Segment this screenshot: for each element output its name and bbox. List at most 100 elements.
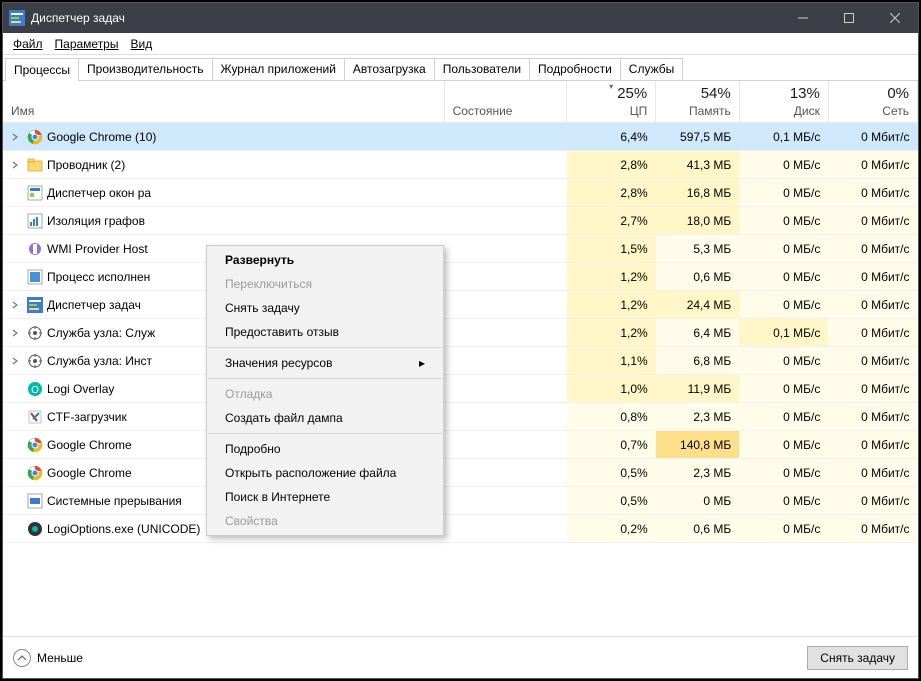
process-state [444, 347, 567, 375]
process-row[interactable]: Проводник (2)2,8%41,3 МБ0 МБ/с0 Мбит/с [3, 151, 918, 179]
context-menu: РазвернутьПереключитьсяСнять задачуПредо… [206, 245, 444, 536]
process-cpu: 0,2% [567, 515, 656, 543]
col-header-name[interactable]: Имя [3, 81, 444, 123]
col-header-state[interactable]: Состояние [444, 81, 567, 123]
process-cpu: 1,5% [567, 235, 656, 263]
process-row[interactable]: Процесс исполнен1,2%0,6 МБ0 МБ/с0 Мбит/с [3, 263, 918, 291]
col-header-memory[interactable]: 54%Память [656, 81, 740, 123]
tab-3[interactable]: Автозагрузка [344, 58, 435, 80]
tab-1[interactable]: Производительность [78, 58, 212, 80]
fewer-label: Меньше [37, 651, 83, 665]
process-network: 0 Мбит/с [828, 403, 917, 431]
menu-view[interactable]: Вид [124, 35, 158, 53]
process-disk: 0 МБ/с [739, 403, 828, 431]
process-row[interactable]: CTF-загрузчик0,8%2,3 МБ0 МБ/с0 Мбит/с [3, 403, 918, 431]
process-cpu: 1,2% [567, 291, 656, 319]
process-name: Диспетчер задач [47, 298, 141, 312]
process-name: Системные прерывания [47, 494, 182, 508]
process-row[interactable]: Служба узла: Инст1,1%6,8 МБ0 МБ/с0 Мбит/… [3, 347, 918, 375]
minimize-button[interactable] [780, 3, 826, 33]
sort-indicator-icon: ▾ [609, 82, 613, 91]
process-cpu: 1,2% [567, 319, 656, 347]
app-icon [27, 353, 43, 369]
process-cpu: 2,8% [567, 151, 656, 179]
menu-file[interactable]: Файл [7, 35, 49, 53]
process-memory: 6,8 МБ [656, 347, 740, 375]
context-item-5[interactable]: Значения ресурсов▸ [207, 351, 443, 375]
process-grid-wrap[interactable]: Имя Состояние ▾25%ЦП 54%Память 13%Диск 0… [3, 81, 918, 636]
process-disk: 0 МБ/с [739, 207, 828, 235]
process-row[interactable]: Google Chrome0,7%140,8 МБ0 МБ/с0 Мбит/с [3, 431, 918, 459]
close-button[interactable] [872, 3, 918, 33]
menubar: Файл Параметры Вид [3, 33, 918, 55]
process-network: 0 Мбит/с [828, 375, 917, 403]
process-disk: 0 МБ/с [739, 459, 828, 487]
process-cpu: 2,7% [567, 207, 656, 235]
process-memory: 41,3 МБ [656, 151, 740, 179]
process-row[interactable]: Google Chrome (10)6,4%597,5 МБ0,1 МБ/с0 … [3, 123, 918, 151]
expand-icon[interactable] [11, 357, 23, 365]
process-network: 0 Мбит/с [828, 123, 917, 151]
expand-icon[interactable] [11, 301, 23, 309]
process-network: 0 Мбит/с [828, 235, 917, 263]
context-item-0[interactable]: Развернуть [207, 248, 443, 272]
process-network: 0 Мбит/с [828, 319, 917, 347]
context-item-10[interactable]: Подробно [207, 437, 443, 461]
process-row[interactable]: Диспетчер окон ра2,8%16,8 МБ0 МБ/с0 Мбит… [3, 179, 918, 207]
process-row[interactable]: Системные прерывания0,5%0 МБ0 МБ/с0 Мбит… [3, 487, 918, 515]
process-name: Изоляция графов [47, 214, 145, 228]
process-state [444, 459, 567, 487]
expand-icon[interactable] [11, 133, 23, 141]
process-row[interactable]: LogiOptions.exe (UNICODE)0,2%0,6 МБ0 МБ/… [3, 515, 918, 543]
fewer-details-button[interactable]: Меньше [13, 649, 83, 667]
context-separator [208, 347, 442, 348]
process-row[interactable]: WMI Provider Host1,5%5,3 МБ0 МБ/с0 Мбит/… [3, 235, 918, 263]
col-header-disk[interactable]: 13%Диск [739, 81, 828, 123]
context-item-11[interactable]: Открыть расположение файла [207, 461, 443, 485]
context-item-2[interactable]: Снять задачу [207, 296, 443, 320]
process-memory: 6,4 МБ [656, 319, 740, 347]
process-network: 0 Мбит/с [828, 487, 917, 515]
tabs: ПроцессыПроизводительностьЖурнал приложе… [3, 55, 918, 81]
tab-0[interactable]: Процессы [5, 58, 79, 81]
process-row[interactable]: Служба узла: Служ1,2%6,4 МБ0,1 МБ/с0 Мби… [3, 319, 918, 347]
process-network: 0 Мбит/с [828, 431, 917, 459]
process-grid: Имя Состояние ▾25%ЦП 54%Память 13%Диск 0… [3, 81, 918, 543]
expand-icon[interactable] [11, 329, 23, 337]
process-cpu: 0,7% [567, 431, 656, 459]
app-icon [27, 213, 43, 229]
process-disk: 0 МБ/с [739, 291, 828, 319]
process-cpu: 0,8% [567, 403, 656, 431]
menu-options[interactable]: Параметры [49, 35, 125, 53]
context-item-8[interactable]: Создать файл дампа [207, 406, 443, 430]
col-header-network[interactable]: 0%Сеть [828, 81, 917, 123]
end-task-button[interactable]: Снять задачу [807, 646, 908, 670]
process-memory: 24,4 МБ [656, 291, 740, 319]
process-name: LogiOptions.exe (UNICODE) [47, 522, 200, 536]
process-name: Служба узла: Инст [47, 354, 152, 368]
tab-2[interactable]: Журнал приложений [212, 58, 345, 80]
app-icon [27, 465, 43, 481]
maximize-button[interactable] [826, 3, 872, 33]
tab-6[interactable]: Службы [620, 58, 683, 80]
process-state [444, 291, 567, 319]
tab-5[interactable]: Подробности [529, 58, 621, 80]
context-separator [208, 433, 442, 434]
process-memory: 0 МБ [656, 487, 740, 515]
process-memory: 0,6 МБ [656, 263, 740, 291]
app-icon [27, 521, 43, 537]
expand-icon[interactable] [11, 161, 23, 169]
process-cpu: 6,4% [567, 123, 656, 151]
tab-4[interactable]: Пользователи [434, 58, 530, 80]
process-state [444, 235, 567, 263]
process-row[interactable]: OLogi Overlay1,0%11,9 МБ0 МБ/с0 Мбит/с [3, 375, 918, 403]
col-header-cpu[interactable]: ▾25%ЦП [567, 81, 656, 123]
titlebar[interactable]: Диспетчер задач [3, 3, 918, 33]
context-item-3[interactable]: Предоставить отзыв [207, 320, 443, 344]
process-row[interactable]: Диспетчер задач1,2%24,4 МБ0 МБ/с0 Мбит/с [3, 291, 918, 319]
process-row[interactable]: Изоляция графов2,7%18,0 МБ0 МБ/с0 Мбит/с [3, 207, 918, 235]
process-cpu: 1,0% [567, 375, 656, 403]
process-row[interactable]: Google Chrome0,5%2,3 МБ0 МБ/с0 Мбит/с [3, 459, 918, 487]
context-item-7: Отладка [207, 382, 443, 406]
context-item-12[interactable]: Поиск в Интернете [207, 485, 443, 509]
